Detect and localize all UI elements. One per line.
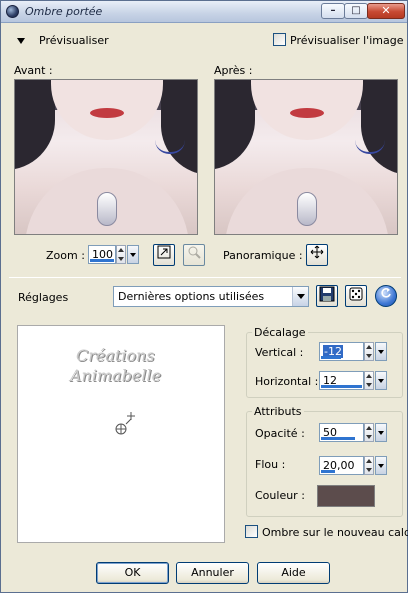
horizontal-label: Horizontal : xyxy=(255,375,319,388)
after-label: Après : xyxy=(214,64,253,77)
before-label: Avant : xyxy=(14,64,53,77)
title-bar[interactable]: Ombre portée – □ ✕ xyxy=(1,1,407,23)
zoom-actual-icon xyxy=(188,246,201,259)
maximize-icon: □ xyxy=(351,5,361,16)
watermark-line2: Animabelle xyxy=(70,366,162,385)
preview-image-checkbox[interactable] xyxy=(273,33,286,46)
close-icon: ✕ xyxy=(381,4,391,17)
close-button[interactable]: ✕ xyxy=(367,3,405,19)
new-layer-label: Ombre sur le nouveau calque xyxy=(262,526,408,539)
save-preset-button[interactable] xyxy=(316,285,338,307)
minimize-button[interactable]: – xyxy=(321,3,345,19)
chevron-down-icon[interactable] xyxy=(292,287,308,306)
after-preview xyxy=(214,79,398,235)
blur-spinner[interactable] xyxy=(364,456,374,475)
dialog-window: Ombre portée – □ ✕ Prévisualiser Prévisu… xyxy=(0,0,408,593)
reset-icon xyxy=(381,288,391,298)
zoom-label: Zoom : xyxy=(46,249,85,262)
horizontal-input[interactable]: 12 xyxy=(319,371,364,390)
opacity-label: Opacité : xyxy=(255,427,305,440)
vertical-input[interactable]: -12 xyxy=(319,342,364,361)
zoom-actual-button[interactable] xyxy=(183,244,205,266)
opacity-dropdown[interactable] xyxy=(375,423,387,442)
offset-target-icon[interactable] xyxy=(112,406,146,440)
fit-window-button[interactable] xyxy=(153,244,175,266)
cancel-button[interactable]: Annuler xyxy=(176,562,249,584)
blur-dropdown[interactable] xyxy=(375,456,387,475)
window-title: Ombre portée xyxy=(25,5,103,18)
offset-title: Décalage xyxy=(252,326,308,339)
opacity-input[interactable]: 50 xyxy=(319,423,364,442)
horizontal-spinner[interactable] xyxy=(364,371,374,390)
reset-button[interactable] xyxy=(375,285,397,307)
preview-toggle-label[interactable]: Prévisualiser xyxy=(39,34,109,47)
pan-crosshair-icon xyxy=(310,245,324,259)
horizontal-dropdown[interactable] xyxy=(375,371,387,390)
randomize-dice-icon xyxy=(349,287,363,301)
collapse-triangle-icon[interactable] xyxy=(17,38,25,44)
app-icon xyxy=(6,5,19,18)
fit-window-icon xyxy=(157,245,171,259)
attributes-title: Attributs xyxy=(252,405,304,418)
blur-label: Flou : xyxy=(255,458,286,471)
offset-canvas[interactable]: Créations Animabelle xyxy=(17,325,225,543)
vertical-label: Vertical : xyxy=(255,346,304,359)
before-preview xyxy=(14,79,198,235)
watermark-line1: Créations xyxy=(76,346,155,365)
help-button[interactable]: Aide xyxy=(257,562,330,584)
pan-button[interactable] xyxy=(306,244,328,266)
maximize-button[interactable]: □ xyxy=(344,3,368,19)
preset-select[interactable]: Dernières options utilisées xyxy=(113,286,309,307)
preview-image-label: Prévisualiser l'image xyxy=(290,34,404,47)
opacity-spinner[interactable] xyxy=(364,423,374,442)
pan-label: Panoramique : xyxy=(223,249,303,262)
vertical-spinner[interactable] xyxy=(364,342,374,361)
minimize-icon: – xyxy=(330,5,336,16)
shadow-color-swatch[interactable] xyxy=(317,485,375,507)
separator xyxy=(9,277,401,278)
blur-input[interactable]: 20,00 xyxy=(319,456,364,475)
zoom-dropdown[interactable] xyxy=(127,245,139,264)
randomize-button[interactable] xyxy=(345,285,367,307)
save-preset-icon xyxy=(319,286,335,302)
new-layer-checkbox[interactable] xyxy=(245,525,258,538)
zoom-spinner[interactable] xyxy=(116,245,126,264)
color-label: Couleur : xyxy=(255,489,305,502)
vertical-dropdown[interactable] xyxy=(375,342,387,361)
zoom-input[interactable]: 100 xyxy=(88,245,116,264)
ok-button[interactable]: OK xyxy=(96,562,169,584)
settings-label: Réglages xyxy=(18,291,69,304)
preset-value: Dernières options utilisées xyxy=(118,290,265,303)
